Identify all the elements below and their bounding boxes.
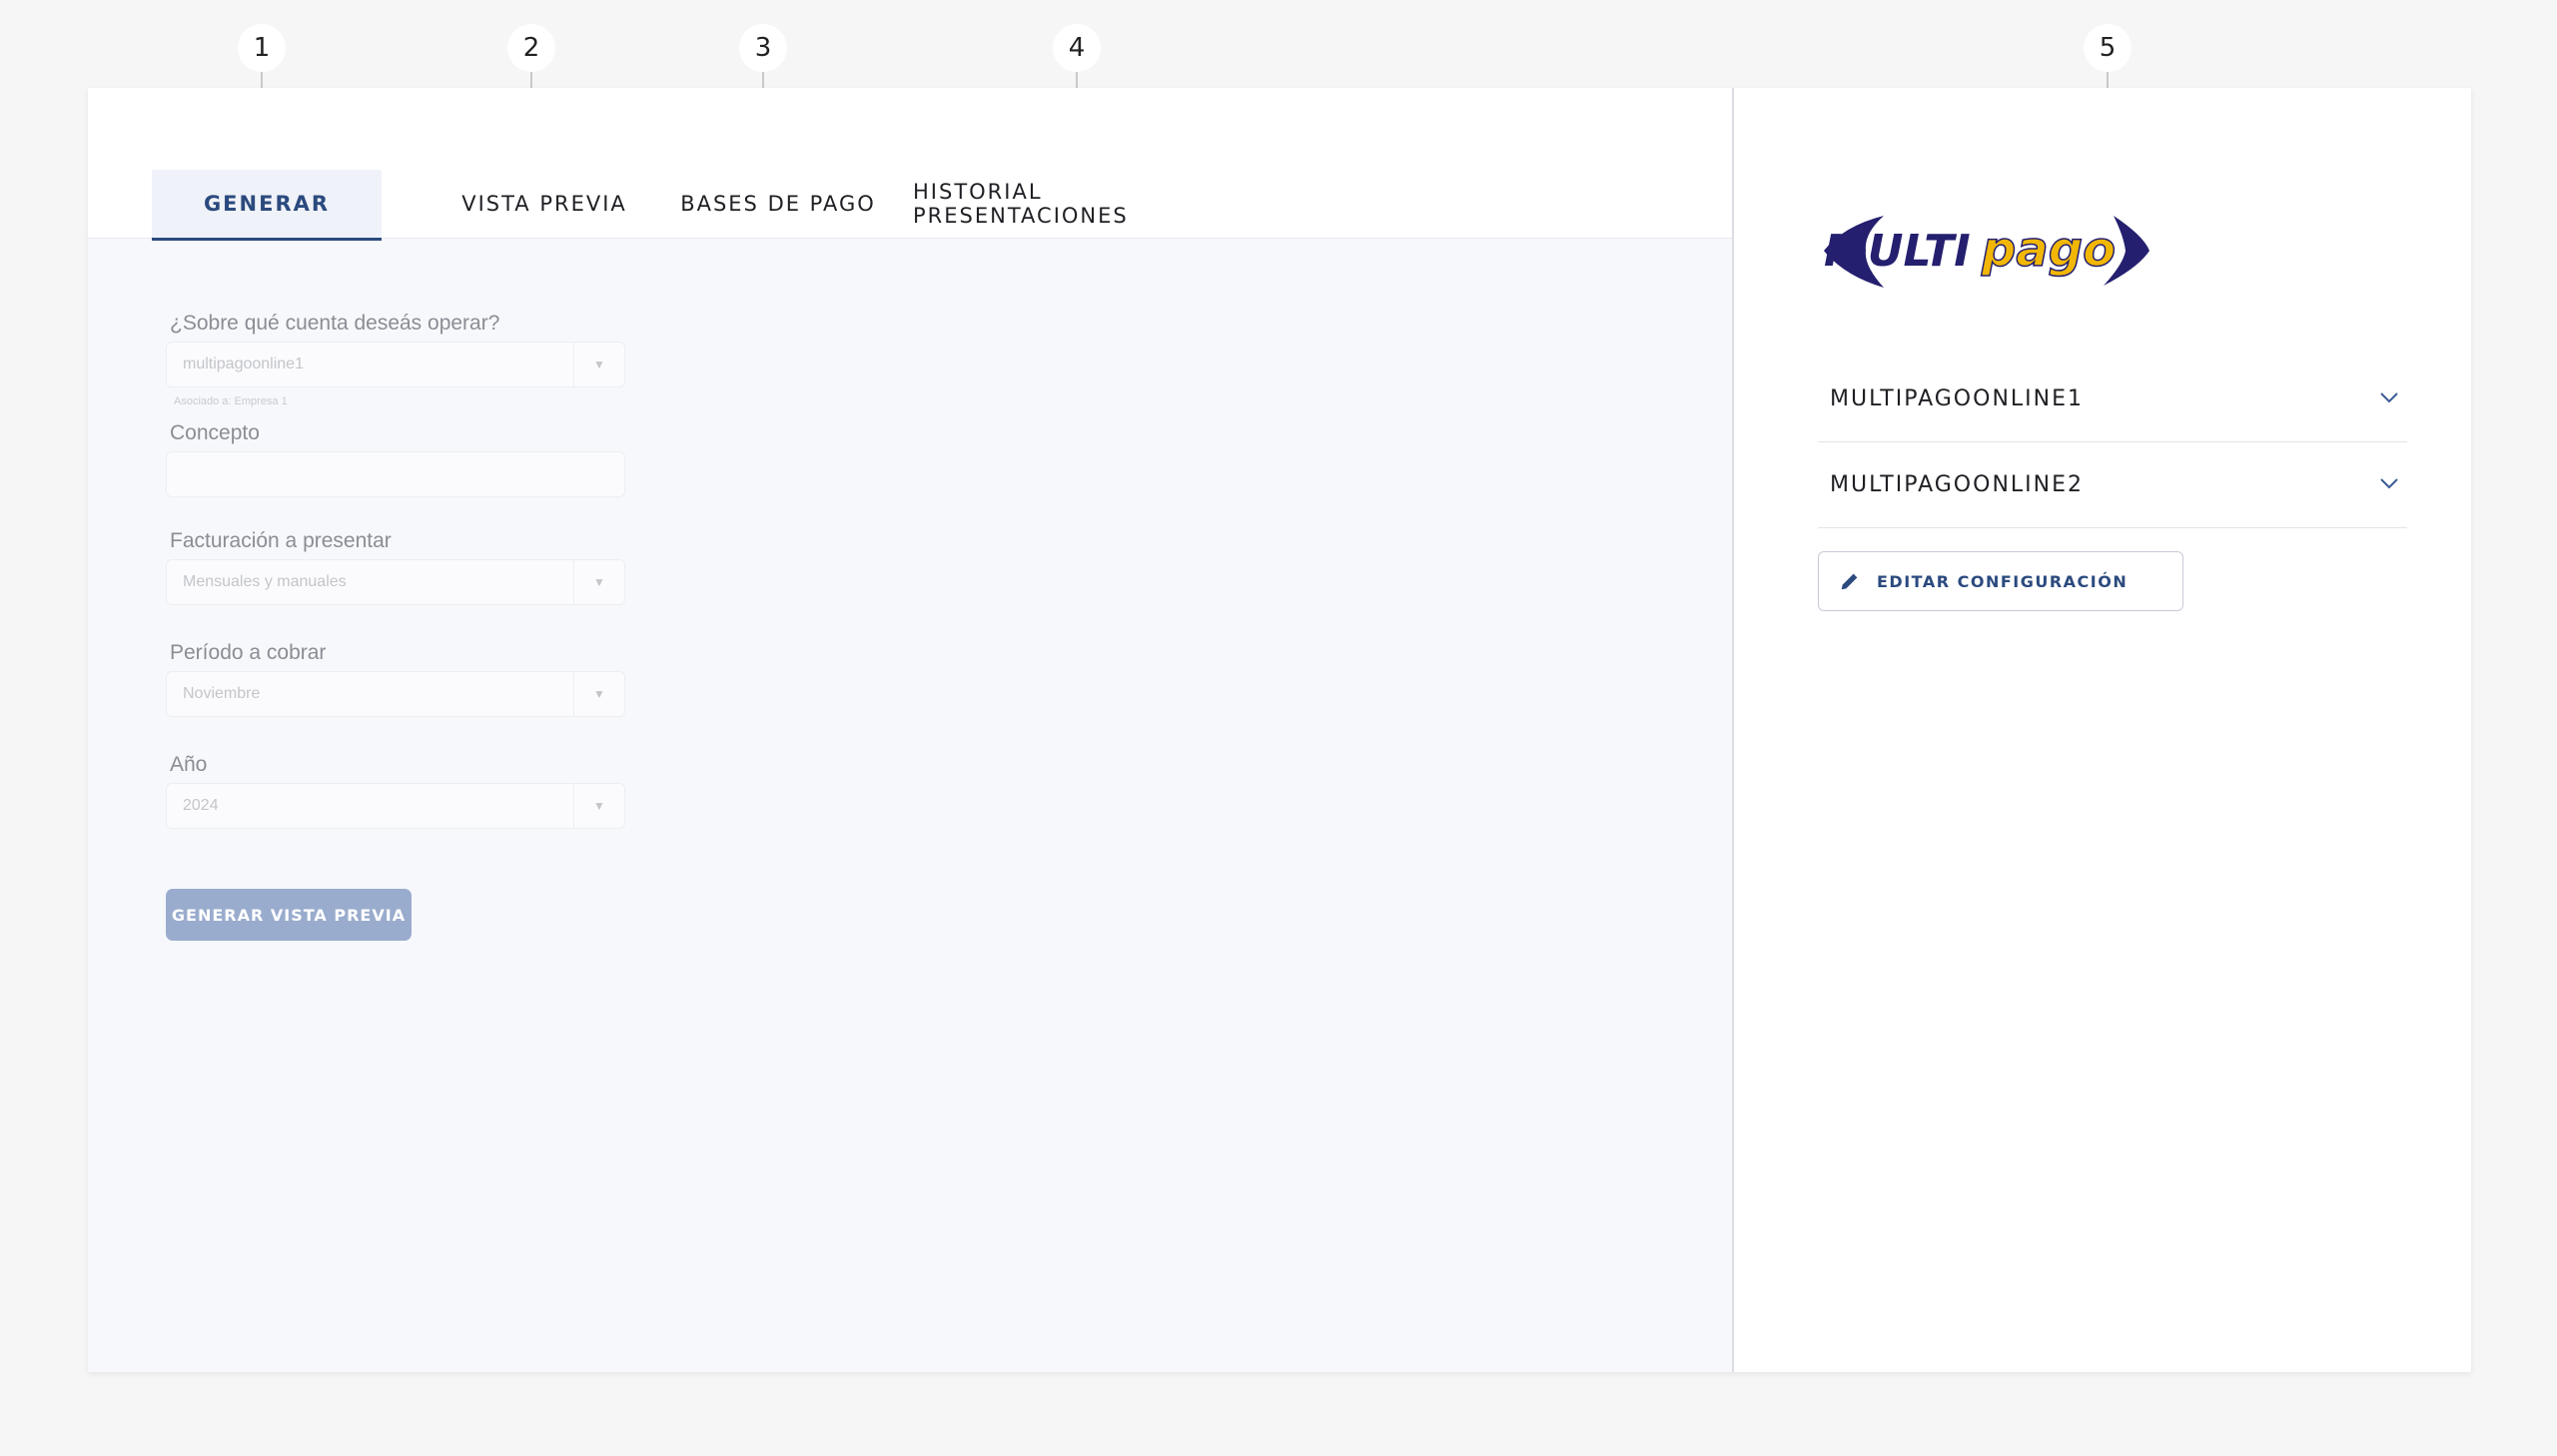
chevron-down-icon [2380,392,2398,403]
dropdown-arrow-icon: ▼ [573,784,624,828]
logo-text-multi: MULTI [1824,226,1971,277]
account-hint: Asociado a: Empresa 1 [174,395,288,407]
billing-select-value: Mensuales y manuales [183,573,347,590]
tab-bases-de-pago[interactable]: BASES DE PAGO [665,170,891,238]
concept-input[interactable] [166,451,625,497]
tab-bar: GENERAR VISTA PREVIA BASES DE PAGO HISTO… [88,88,1732,241]
edit-configuration-button[interactable]: EDITAR CONFIGURACIÓN [1818,551,2183,611]
account-select[interactable]: multipagoonline1 ▼ [166,342,625,387]
account-accordion-label: MULTIPAGOONLINE2 [1830,471,2084,497]
account-accordion-2[interactable]: MULTIPAGOONLINE2 [1818,441,2407,528]
period-select[interactable]: Noviembre ▼ [166,671,625,717]
account-select-value: multipagoonline1 [183,356,304,372]
main-panel: GENERAR VISTA PREVIA BASES DE PAGO HISTO… [88,88,1732,1372]
dropdown-arrow-icon: ▼ [573,672,624,716]
side-panel: MULTI pago MULTIPAGOONLINE1 MULTIPAGOONL… [1734,88,2471,1372]
callout-number: 3 [739,24,787,72]
period-select-value: Noviembre [183,685,261,702]
generate-preview-button[interactable]: GENERAR VISTA PREVIA [166,889,412,941]
period-label: Período a cobrar [170,641,327,664]
year-select-value: 2024 [183,797,219,814]
pencil-icon [1841,573,1858,590]
tab-generar[interactable]: GENERAR [152,170,382,241]
tab-historial-presentaciones[interactable]: HISTORIAL PRESENTACIONES [913,170,1243,238]
year-select[interactable]: 2024 ▼ [166,783,625,829]
tab-vista-previa[interactable]: VISTA PREVIA [439,170,649,238]
logo-text-pago: pago [1981,222,2116,278]
dropdown-arrow-icon: ▼ [573,560,624,604]
chevron-down-icon [2380,478,2398,489]
account-label: ¿Sobre qué cuenta deseás operar? [170,312,500,335]
account-accordion-label: MULTIPAGOONLINE1 [1830,385,2084,411]
callout-number: 4 [1053,24,1101,72]
app-window: GENERAR VISTA PREVIA BASES DE PAGO HISTO… [88,88,2471,1372]
billing-select[interactable]: Mensuales y manuales ▼ [166,559,625,605]
callout-number: 1 [238,24,286,72]
multipago-logo: MULTI pago [1814,206,2153,301]
callout-number: 2 [507,24,555,72]
concept-label: Concepto [170,421,260,444]
callout-number: 5 [2084,24,2131,72]
account-accordion-1[interactable]: MULTIPAGOONLINE1 [1818,356,2407,442]
billing-label: Facturación a presentar [170,529,392,552]
dropdown-arrow-icon: ▼ [573,343,624,386]
edit-configuration-label: EDITAR CONFIGURACIÓN [1877,571,2129,591]
year-label: Año [170,753,208,776]
